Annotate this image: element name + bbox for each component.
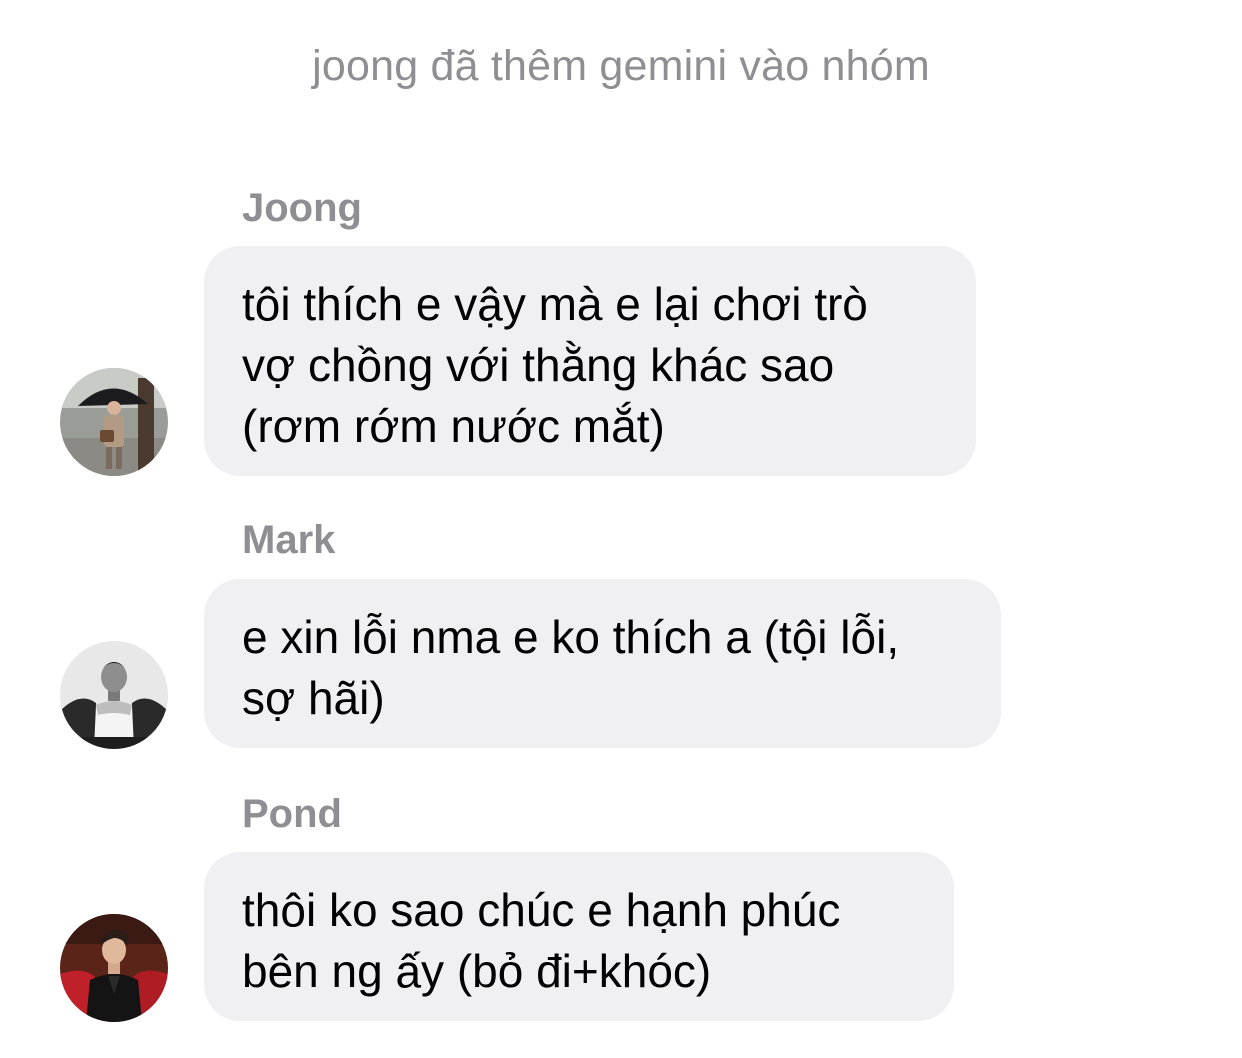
sender-name: Pond (242, 792, 342, 836)
message-line: sợ hãi) (242, 672, 385, 724)
message-line: tôi thích e vậy mà e lại chơi trò (242, 278, 868, 330)
sender-name: Joong (242, 186, 362, 230)
avatar[interactable] (60, 641, 168, 749)
avatar-photo-red-icon (60, 914, 168, 1022)
message-line: (rơm rớm nước mắt) (242, 400, 665, 452)
message-line: vợ chồng với thằng khác sao (242, 339, 835, 391)
message-line: thôi ko sao chúc e hạnh phúc (242, 884, 841, 936)
message-line: e xin lỗi nma e ko thích a (tội lỗi, (242, 611, 900, 663)
avatar[interactable] (60, 914, 168, 1022)
message-bubble[interactable]: tôi thích e vậy mà e lại chơi trò vợ chồ… (204, 246, 976, 476)
avatar[interactable] (60, 368, 168, 476)
message-bubble[interactable]: thôi ko sao chúc e hạnh phúc bên ng ấy (… (204, 852, 954, 1021)
avatar-photo-bw-icon (60, 641, 168, 749)
avatar-photo-umbrella-icon (60, 368, 168, 476)
sender-name: Mark (242, 518, 336, 562)
message-line: bên ng ấy (bỏ đi+khóc) (242, 945, 712, 997)
system-message: joong đã thêm gemini vào nhóm (312, 42, 930, 90)
message-bubble[interactable]: e xin lỗi nma e ko thích a (tội lỗi, sợ … (204, 579, 1001, 748)
